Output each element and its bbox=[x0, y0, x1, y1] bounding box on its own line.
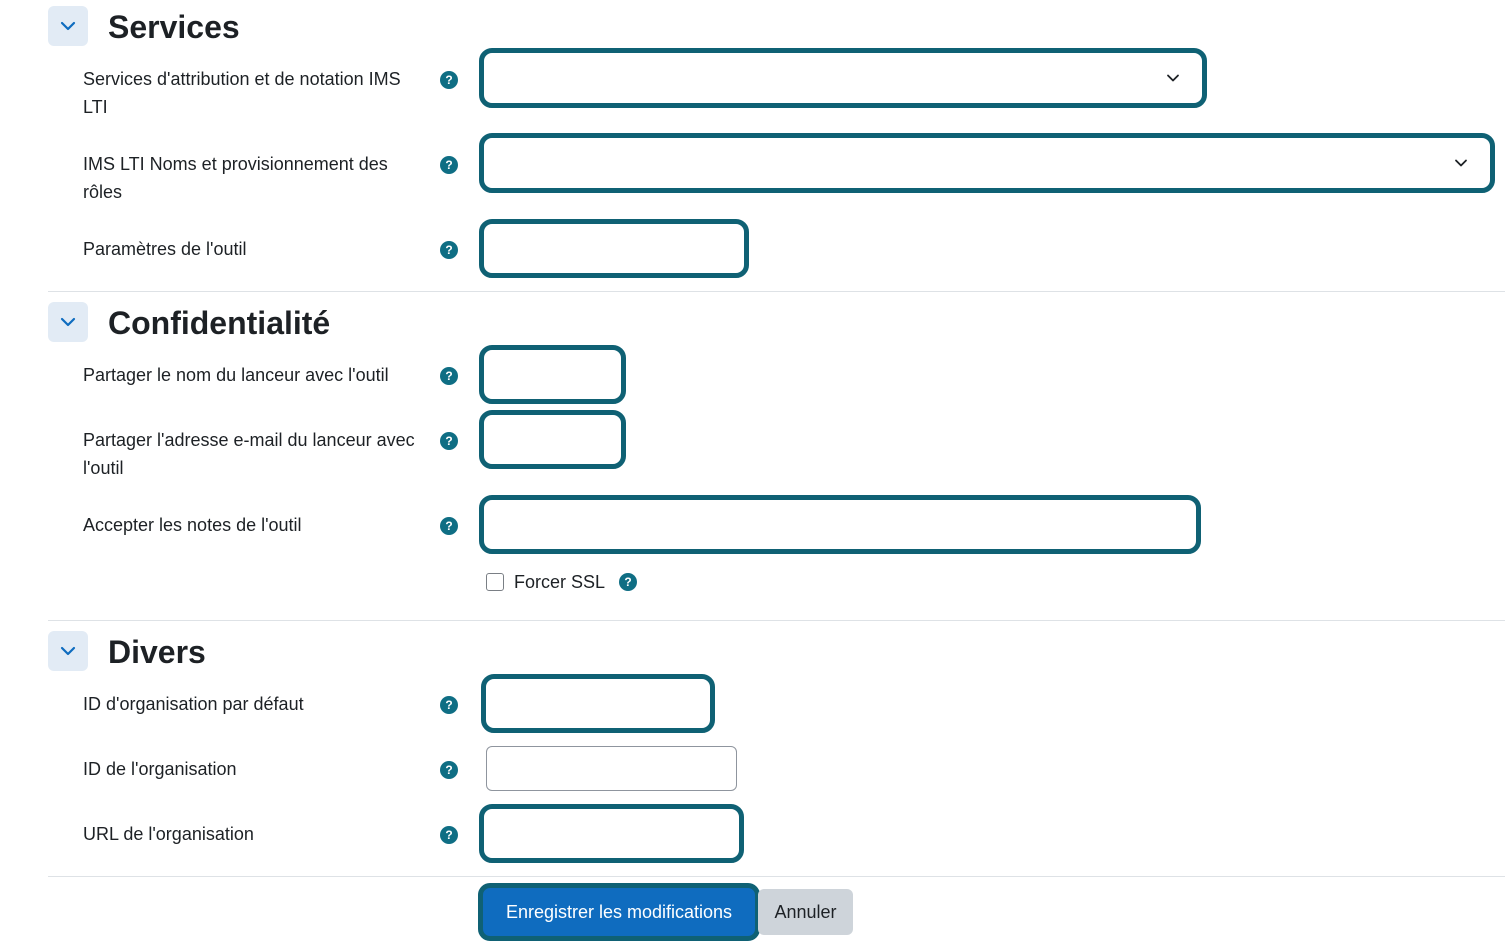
help-icon[interactable]: ? bbox=[440, 71, 458, 89]
collapse-misc-toggle[interactable] bbox=[48, 631, 88, 671]
save-button[interactable]: Enregistrer les modifications bbox=[478, 883, 760, 941]
cancel-button-label: Annuler bbox=[774, 901, 837, 922]
section-title-services: Services bbox=[108, 9, 240, 45]
help-icon[interactable]: ? bbox=[440, 696, 458, 714]
help-icon[interactable]: ? bbox=[440, 241, 458, 259]
save-button-label: Enregistrer les modifications bbox=[505, 901, 733, 922]
chevron-down-icon bbox=[1455, 159, 1467, 167]
label-roles-provisioning: IMS LTI Noms et provisionnement des rôle… bbox=[83, 154, 388, 202]
section-divider bbox=[48, 291, 1505, 292]
section-title-misc: Divers bbox=[108, 634, 206, 670]
help-icon[interactable]: ? bbox=[440, 432, 458, 450]
select-share-name[interactable] bbox=[479, 345, 626, 404]
label-default-org-id: ID d'organisation par défaut bbox=[83, 694, 304, 714]
chevron-down-icon bbox=[60, 317, 76, 327]
label-org-id: ID de l'organisation bbox=[83, 759, 237, 779]
section-title-privacy: Confidentialité bbox=[108, 305, 331, 341]
help-icon[interactable]: ? bbox=[440, 156, 458, 174]
cancel-button[interactable]: Annuler bbox=[758, 889, 853, 935]
help-icon[interactable]: ? bbox=[440, 826, 458, 844]
select-tool-parameters[interactable] bbox=[479, 219, 749, 278]
label-share-name: Partager le nom du lanceur avec l'outil bbox=[83, 365, 389, 385]
help-icon[interactable]: ? bbox=[619, 573, 637, 591]
chevron-down-icon bbox=[1167, 74, 1179, 82]
force-ssl-label: Forcer SSL bbox=[514, 572, 606, 592]
label-accept-grades: Accepter les notes de l'outil bbox=[83, 515, 302, 535]
org-url-input[interactable] bbox=[479, 804, 744, 863]
select-accept-grades[interactable] bbox=[479, 495, 1201, 554]
section-divider bbox=[48, 620, 1505, 621]
select-default-org-id[interactable] bbox=[481, 674, 715, 733]
collapse-services-toggle[interactable] bbox=[48, 6, 88, 46]
label-tool-parameters: Paramètres de l'outil bbox=[83, 239, 247, 259]
label-attribution-services: Services d'attribution et de notation IM… bbox=[83, 69, 401, 117]
collapse-privacy-toggle[interactable] bbox=[48, 302, 88, 342]
select-attribution-services[interactable] bbox=[479, 48, 1207, 108]
org-id-input[interactable] bbox=[486, 746, 737, 791]
section-divider bbox=[48, 876, 1505, 877]
force-ssl-checkbox[interactable] bbox=[486, 573, 504, 591]
select-share-email[interactable] bbox=[479, 410, 626, 469]
chevron-down-icon bbox=[60, 646, 76, 656]
label-share-email: Partager l'adresse e-mail du lanceur ave… bbox=[83, 430, 415, 478]
help-icon[interactable]: ? bbox=[440, 761, 458, 779]
help-icon[interactable]: ? bbox=[440, 517, 458, 535]
settings-form: Services Services d'attribution et de no… bbox=[0, 0, 1505, 950]
label-org-url: URL de l'organisation bbox=[83, 824, 254, 844]
chevron-down-icon bbox=[60, 21, 76, 31]
help-icon[interactable]: ? bbox=[440, 367, 458, 385]
select-roles-provisioning[interactable] bbox=[479, 133, 1495, 193]
